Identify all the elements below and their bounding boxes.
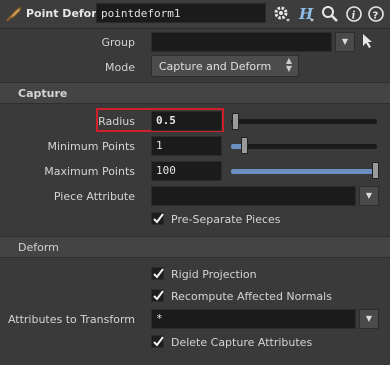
- section-header-deform[interactable]: Deform: [0, 236, 390, 258]
- section-title: Deform: [18, 241, 59, 254]
- attributes-to-transform-dropdown-button[interactable]: ▼: [359, 309, 379, 329]
- group-dropdown-button[interactable]: ▼: [335, 32, 355, 52]
- select-arrow-icon[interactable]: [360, 32, 376, 50]
- node-type-icon: [6, 6, 22, 22]
- piece-attribute-label: Piece Attribute: [53, 190, 135, 203]
- mode-label: Mode: [105, 61, 135, 74]
- svg-text:i: i: [352, 11, 356, 22]
- radius-slider-handle[interactable]: [232, 113, 239, 130]
- node-name-field[interactable]: pointdeform1: [96, 3, 266, 23]
- node-header: Point Deform pointdeform1 H i ?: [0, 0, 390, 29]
- gear-icon[interactable]: [272, 4, 292, 24]
- min-points-slider-track[interactable]: [231, 144, 377, 149]
- min-points-field[interactable]: 1: [151, 136, 222, 156]
- attributes-to-transform-field[interactable]: *: [151, 309, 356, 329]
- delete-capture-label: Delete Capture Attributes: [171, 336, 313, 349]
- radius-label: Radius: [98, 115, 135, 128]
- pre-separate-checkbox[interactable]: [151, 212, 164, 225]
- section-header-capture[interactable]: Capture: [0, 82, 390, 104]
- updown-arrow-icon: ▲ ▼: [285, 56, 292, 73]
- section-title: Capture: [18, 87, 68, 100]
- question-icon[interactable]: ?: [366, 4, 386, 24]
- radius-slider-track[interactable]: [231, 119, 377, 124]
- recompute-normals-checkbox[interactable]: [151, 289, 164, 302]
- delete-capture-checkbox[interactable]: [151, 335, 164, 348]
- max-points-field[interactable]: 100: [151, 161, 222, 181]
- rigid-projection-label: Rigid Projection: [171, 268, 257, 281]
- pre-separate-label: Pre-Separate Pieces: [171, 213, 281, 226]
- piece-attribute-field[interactable]: [151, 186, 356, 206]
- radius-field[interactable]: 0.5: [151, 111, 222, 131]
- group-field[interactable]: [151, 32, 332, 52]
- min-points-slider-handle[interactable]: [241, 137, 248, 154]
- mode-menu[interactable]: Capture and Deform ▲ ▼: [151, 55, 299, 77]
- checkmark-icon: [153, 268, 164, 279]
- rigid-projection-checkbox[interactable]: [151, 267, 164, 280]
- checkmark-icon: [153, 213, 164, 224]
- help-h-icon[interactable]: H: [296, 4, 316, 24]
- attributes-to-transform-label: Attributes to Transform: [7, 313, 135, 326]
- mode-value: Capture and Deform: [158, 60, 272, 73]
- max-points-label: Maximum Points: [44, 165, 135, 178]
- min-points-label: Minimum Points: [47, 140, 135, 153]
- checkmark-icon: [153, 290, 164, 301]
- search-icon[interactable]: [320, 4, 340, 24]
- max-points-slider-handle[interactable]: [372, 162, 379, 179]
- info-icon[interactable]: i: [344, 4, 364, 24]
- svg-text:?: ?: [373, 11, 379, 22]
- checkmark-icon: [153, 336, 164, 347]
- recompute-normals-label: Recompute Affected Normals: [171, 290, 332, 303]
- max-points-slider-fill: [231, 169, 373, 174]
- group-label: Group: [101, 36, 136, 49]
- piece-attribute-dropdown-button[interactable]: ▼: [359, 186, 379, 206]
